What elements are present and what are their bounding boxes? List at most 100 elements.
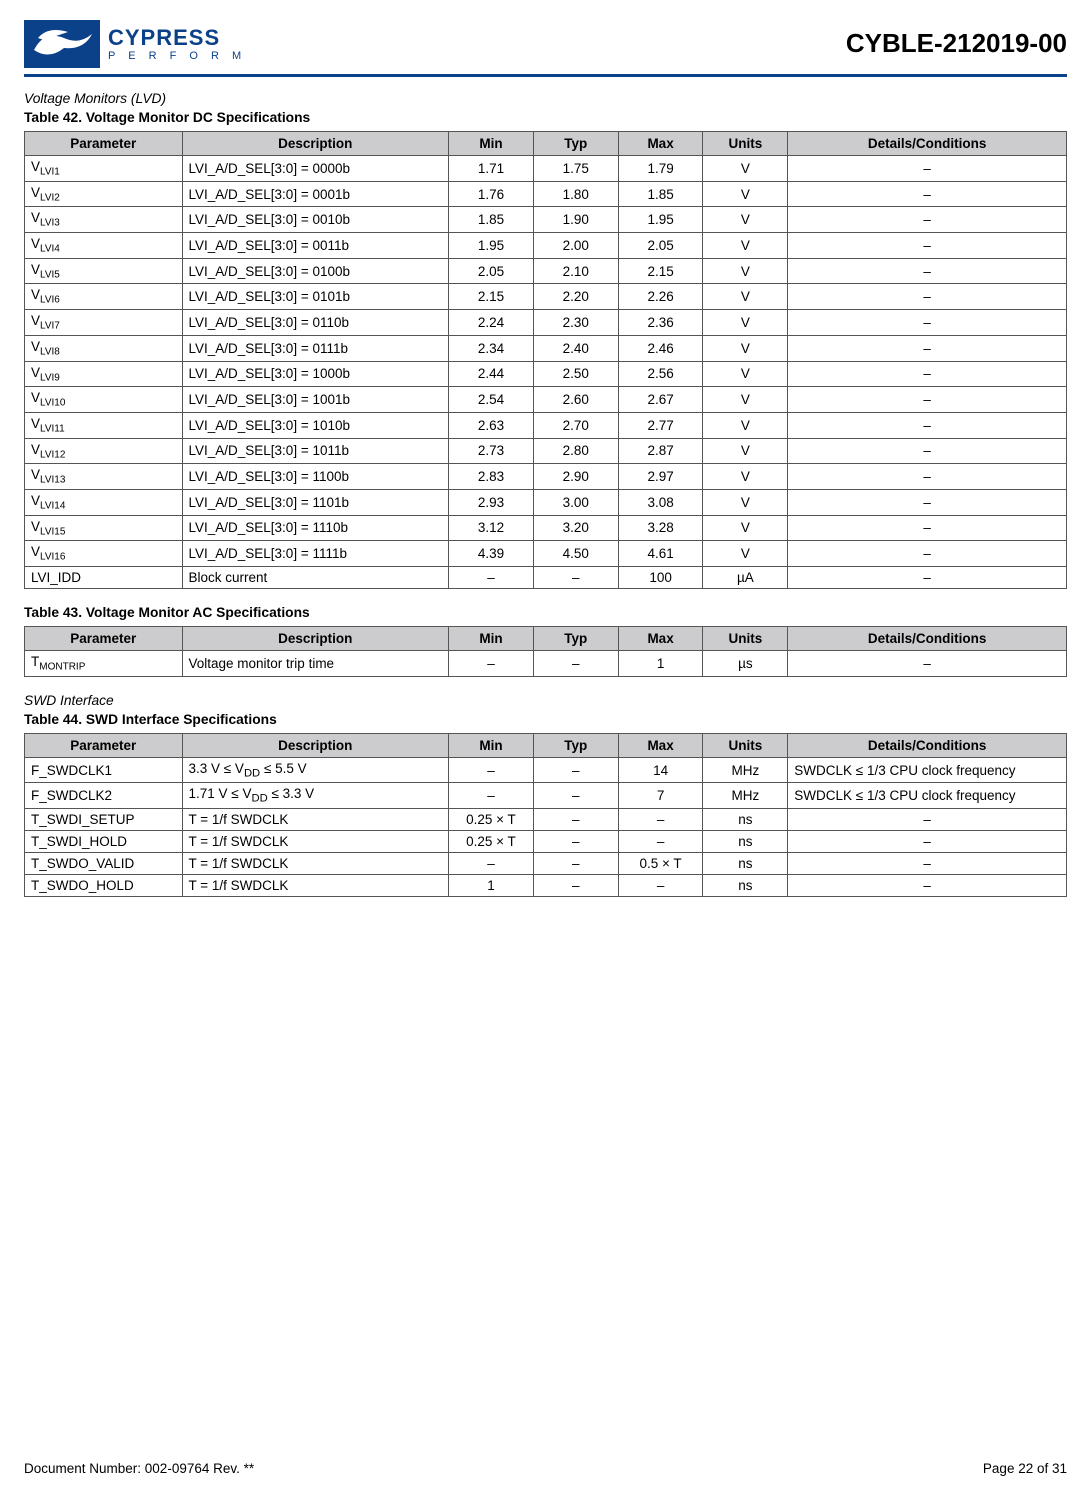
cell-typ: – (533, 809, 618, 831)
cell-description: T = 1/f SWDCLK (182, 831, 449, 853)
part-number: CYBLE-212019-00 (846, 20, 1067, 59)
cell-min: 1.71 (449, 156, 534, 182)
cell-units: µA (703, 567, 788, 589)
cell-description: LVI_A/D_SEL[3:0] = 0110b (182, 310, 449, 336)
table-row: VLVI1LVI_A/D_SEL[3:0] = 0000b1.711.751.7… (25, 156, 1067, 182)
column-header: Parameter (25, 627, 183, 651)
cell-parameter: F_SWDCLK1 (25, 757, 183, 783)
column-header: Details/Conditions (788, 132, 1067, 156)
cell-typ: 1.90 (533, 207, 618, 233)
cell-max: 3.08 (618, 489, 703, 515)
column-header: Min (449, 132, 534, 156)
cell-parameter: VLVI5 (25, 258, 183, 284)
cell-typ: 2.60 (533, 387, 618, 413)
table-row: VLVI6LVI_A/D_SEL[3:0] = 0101b2.152.202.2… (25, 284, 1067, 310)
cell-units: µs (703, 651, 788, 677)
cell-units: V (703, 361, 788, 387)
table-row: VLVI9LVI_A/D_SEL[3:0] = 1000b2.442.502.5… (25, 361, 1067, 387)
cell-parameter: LVI_IDD (25, 567, 183, 589)
cell-description: LVI_A/D_SEL[3:0] = 1111b (182, 541, 449, 567)
cell-typ: 2.50 (533, 361, 618, 387)
table-row: VLVI10LVI_A/D_SEL[3:0] = 1001b2.542.602.… (25, 387, 1067, 413)
cell-parameter: T_SWDO_HOLD (25, 875, 183, 897)
cell-description: LVI_A/D_SEL[3:0] = 1000b (182, 361, 449, 387)
cell-description: LVI_A/D_SEL[3:0] = 1001b (182, 387, 449, 413)
cell-max: 7 (618, 783, 703, 809)
cell-details: – (788, 361, 1067, 387)
table-row: VLVI8LVI_A/D_SEL[3:0] = 0111b2.342.402.4… (25, 335, 1067, 361)
page-number: Page 22 of 31 (983, 1461, 1067, 1476)
cell-max: 2.77 (618, 412, 703, 438)
cell-max: 0.5 × T (618, 853, 703, 875)
cell-typ: – (533, 853, 618, 875)
cell-typ: – (533, 567, 618, 589)
cell-details: – (788, 875, 1067, 897)
cell-max: 1.95 (618, 207, 703, 233)
cell-units: V (703, 541, 788, 567)
table-row: TMONTRIPVoltage monitor trip time––1µs– (25, 651, 1067, 677)
cell-typ: 2.70 (533, 412, 618, 438)
cell-parameter: T_SWDO_VALID (25, 853, 183, 875)
cell-units: V (703, 387, 788, 413)
cell-details: – (788, 567, 1067, 589)
cell-min: – (449, 853, 534, 875)
cell-typ: – (533, 757, 618, 783)
column-header: Details/Conditions (788, 627, 1067, 651)
cell-units: V (703, 464, 788, 490)
cell-description: LVI_A/D_SEL[3:0] = 0101b (182, 284, 449, 310)
cell-min: 1 (449, 875, 534, 897)
cell-min: – (449, 567, 534, 589)
cell-parameter: VLVI3 (25, 207, 183, 233)
cell-details: – (788, 258, 1067, 284)
column-header: Max (618, 733, 703, 757)
cell-parameter: F_SWDCLK2 (25, 783, 183, 809)
cell-parameter: VLVI7 (25, 310, 183, 336)
cell-units: ns (703, 853, 788, 875)
column-header: Min (449, 733, 534, 757)
cell-parameter: T_SWDI_HOLD (25, 831, 183, 853)
cell-min: 1.95 (449, 233, 534, 259)
cell-units: V (703, 335, 788, 361)
cell-max: 2.87 (618, 438, 703, 464)
cell-parameter: VLVI16 (25, 541, 183, 567)
cell-min: – (449, 783, 534, 809)
cell-details: – (788, 156, 1067, 182)
cell-units: ns (703, 809, 788, 831)
cell-parameter: VLVI2 (25, 181, 183, 207)
table-row: VLVI11LVI_A/D_SEL[3:0] = 1010b2.632.702.… (25, 412, 1067, 438)
cell-min: 3.12 (449, 515, 534, 541)
table-row: VLVI5LVI_A/D_SEL[3:0] = 0100b2.052.102.1… (25, 258, 1067, 284)
cell-details: – (788, 489, 1067, 515)
cell-max: 2.97 (618, 464, 703, 490)
cell-details: – (788, 284, 1067, 310)
cell-parameter: VLVI10 (25, 387, 183, 413)
column-header: Typ (533, 627, 618, 651)
cell-description: Block current (182, 567, 449, 589)
cell-min: 1.85 (449, 207, 534, 233)
cell-typ: 4.50 (533, 541, 618, 567)
brand-logo-icon (24, 20, 100, 68)
cell-details: – (788, 809, 1067, 831)
cell-min: 2.34 (449, 335, 534, 361)
page-footer: Document Number: 002-09764 Rev. ** Page … (24, 1461, 1067, 1476)
table-row: VLVI13LVI_A/D_SEL[3:0] = 1100b2.832.902.… (25, 464, 1067, 490)
table-row: VLVI16LVI_A/D_SEL[3:0] = 1111b4.394.504.… (25, 541, 1067, 567)
cell-details: – (788, 831, 1067, 853)
cell-units: V (703, 412, 788, 438)
cell-max: 2.36 (618, 310, 703, 336)
cell-parameter: VLVI9 (25, 361, 183, 387)
cell-units: V (703, 233, 788, 259)
cell-description: LVI_A/D_SEL[3:0] = 1101b (182, 489, 449, 515)
cell-units: V (703, 515, 788, 541)
table-row: T_SWDI_HOLDT = 1/f SWDCLK0.25 × T––ns– (25, 831, 1067, 853)
logo-block: CYPRESS P E R F O R M (24, 20, 246, 74)
cell-max: 2.46 (618, 335, 703, 361)
table-row: LVI_IDDBlock current––100µA– (25, 567, 1067, 589)
cell-typ: 2.10 (533, 258, 618, 284)
cell-min: 2.83 (449, 464, 534, 490)
cell-typ: 2.80 (533, 438, 618, 464)
cell-typ: 2.00 (533, 233, 618, 259)
table-row: F_SWDCLK21.71 V ≤ VDD ≤ 3.3 V––7MHzSWDCL… (25, 783, 1067, 809)
table-row: VLVI7LVI_A/D_SEL[3:0] = 0110b2.242.302.3… (25, 310, 1067, 336)
cell-parameter: VLVI1 (25, 156, 183, 182)
